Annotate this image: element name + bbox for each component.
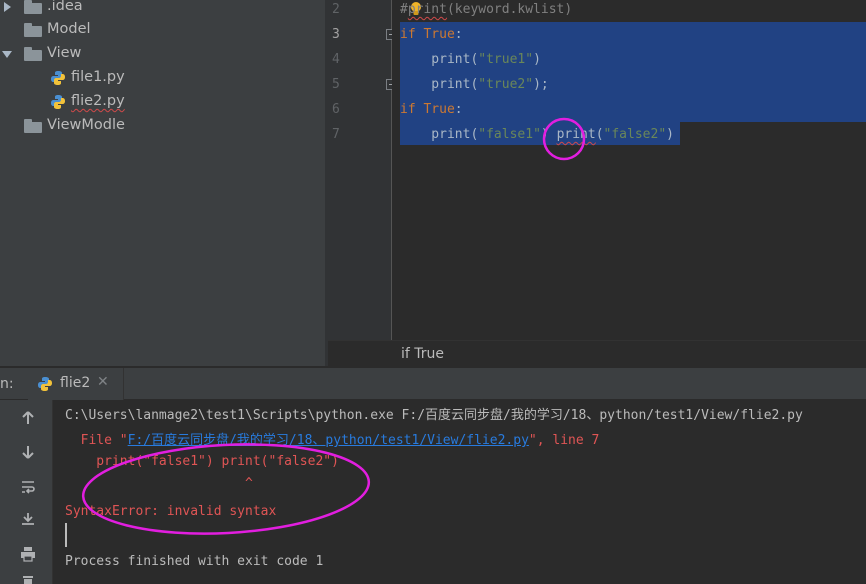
project-tree-panel: .idea Model View file1.py flie2.py ViewM… xyxy=(0,0,325,366)
run-tab-flie2[interactable]: flie2 ✕ xyxy=(28,368,124,400)
editor-gutter xyxy=(328,0,392,340)
code-token: ) xyxy=(533,52,541,67)
print-icon[interactable] xyxy=(16,542,40,566)
code-token: print xyxy=(407,2,447,17)
console-command-line: C:\Users\lanmage2\test1\Scripts\python.e… xyxy=(65,408,803,423)
code-line: print("true2"); xyxy=(400,72,549,97)
console-code-echo: print("false1") print("false2") xyxy=(65,454,339,469)
soft-wrap-icon[interactable] xyxy=(16,475,40,499)
code-line: if True: xyxy=(400,97,463,122)
console-error-message: SyntaxError: invalid syntax xyxy=(65,504,277,519)
code-token: print( xyxy=(400,52,479,67)
tree-item-file1[interactable]: file1.py xyxy=(0,66,325,90)
line-number: 5 xyxy=(332,77,340,92)
line-number: 7 xyxy=(332,127,340,142)
tree-item-model[interactable]: Model xyxy=(0,18,325,42)
tree-item-label: file1.py xyxy=(71,69,125,85)
python-file-icon xyxy=(51,95,65,109)
code-token: "true1" xyxy=(478,52,534,67)
run-panel-header: n: flie2 ✕ xyxy=(0,367,866,400)
console-exit-message: Process finished with exit code 1 xyxy=(65,554,324,569)
tree-item-label: ViewModle xyxy=(47,117,125,133)
code-line: print("true1") xyxy=(400,47,541,72)
arrow-up-icon[interactable] xyxy=(16,406,40,430)
code-token: ( xyxy=(595,127,604,142)
tree-item-label: .idea xyxy=(47,0,83,14)
delete-icon[interactable] xyxy=(16,568,40,584)
arrow-down-icon[interactable] xyxy=(16,440,40,464)
traceback-file-link[interactable]: F:/百度云同步盘/我的学习/18、python/test1/View/flie… xyxy=(128,433,529,448)
code-token: "true2" xyxy=(478,77,534,92)
code-token: "false2" xyxy=(603,127,667,142)
tree-item-flie2[interactable]: flie2.py xyxy=(0,90,325,114)
code-token: ); xyxy=(533,77,549,92)
traceback-line-ref: ", line 7 xyxy=(528,433,600,448)
tree-item-view[interactable]: View xyxy=(0,42,325,66)
code-token: print xyxy=(556,127,596,142)
code-token: ) xyxy=(540,127,557,142)
scroll-to-end-icon[interactable] xyxy=(16,507,40,531)
run-toolbar xyxy=(0,400,53,584)
folder-icon xyxy=(24,0,42,14)
python-file-icon xyxy=(51,71,65,85)
chevron-down-icon[interactable] xyxy=(2,51,12,58)
folder-icon xyxy=(24,119,42,133)
code-token: True xyxy=(423,27,455,42)
run-panel-title: n: xyxy=(0,376,14,392)
python-file-icon xyxy=(38,377,52,391)
chevron-right-icon[interactable] xyxy=(4,2,11,12)
line-number-current: 3 xyxy=(332,27,340,42)
text-cursor xyxy=(65,523,67,547)
console-error-caret: ^ xyxy=(65,476,253,491)
run-tab-label: flie2 xyxy=(60,375,91,391)
tree-item-label: View xyxy=(47,45,82,61)
code-token: ) xyxy=(666,127,674,142)
code-token: print( xyxy=(400,127,479,142)
line-number: 4 xyxy=(332,52,340,67)
folder-icon xyxy=(24,23,42,37)
traceback-file-prefix: File " xyxy=(65,433,128,448)
code-token: : xyxy=(454,27,463,42)
tree-item-label: Model xyxy=(47,21,91,37)
line-number: 6 xyxy=(332,102,340,117)
code-line: if True: xyxy=(400,22,463,47)
console-traceback-file: File "F:/百度云同步盘/我的学习/18、python/test1/Vie… xyxy=(65,429,600,448)
breadcrumb-item[interactable]: if True xyxy=(401,346,444,362)
code-token: if xyxy=(400,102,416,117)
breadcrumb[interactable]: if True xyxy=(328,340,866,367)
line-number: 2 xyxy=(332,2,340,17)
tree-item-viewmodle[interactable]: ViewModle xyxy=(0,114,325,138)
tree-item-label: flie2.py xyxy=(71,93,125,109)
code-token: print( xyxy=(400,77,479,92)
code-token: # xyxy=(400,2,408,17)
folder-icon xyxy=(24,47,42,61)
close-icon[interactable]: ✕ xyxy=(97,374,109,390)
code-line: #print(keyword.kwlist) xyxy=(400,0,572,22)
code-token: (keyword.kwlist) xyxy=(446,2,573,17)
code-line: print("false1") print("false2") xyxy=(400,122,674,147)
code-token: if xyxy=(400,27,416,42)
code-token: : xyxy=(454,102,463,117)
code-token: "false1" xyxy=(478,127,541,142)
code-token: True xyxy=(423,102,455,117)
tree-item-idea[interactable]: .idea xyxy=(0,0,325,19)
